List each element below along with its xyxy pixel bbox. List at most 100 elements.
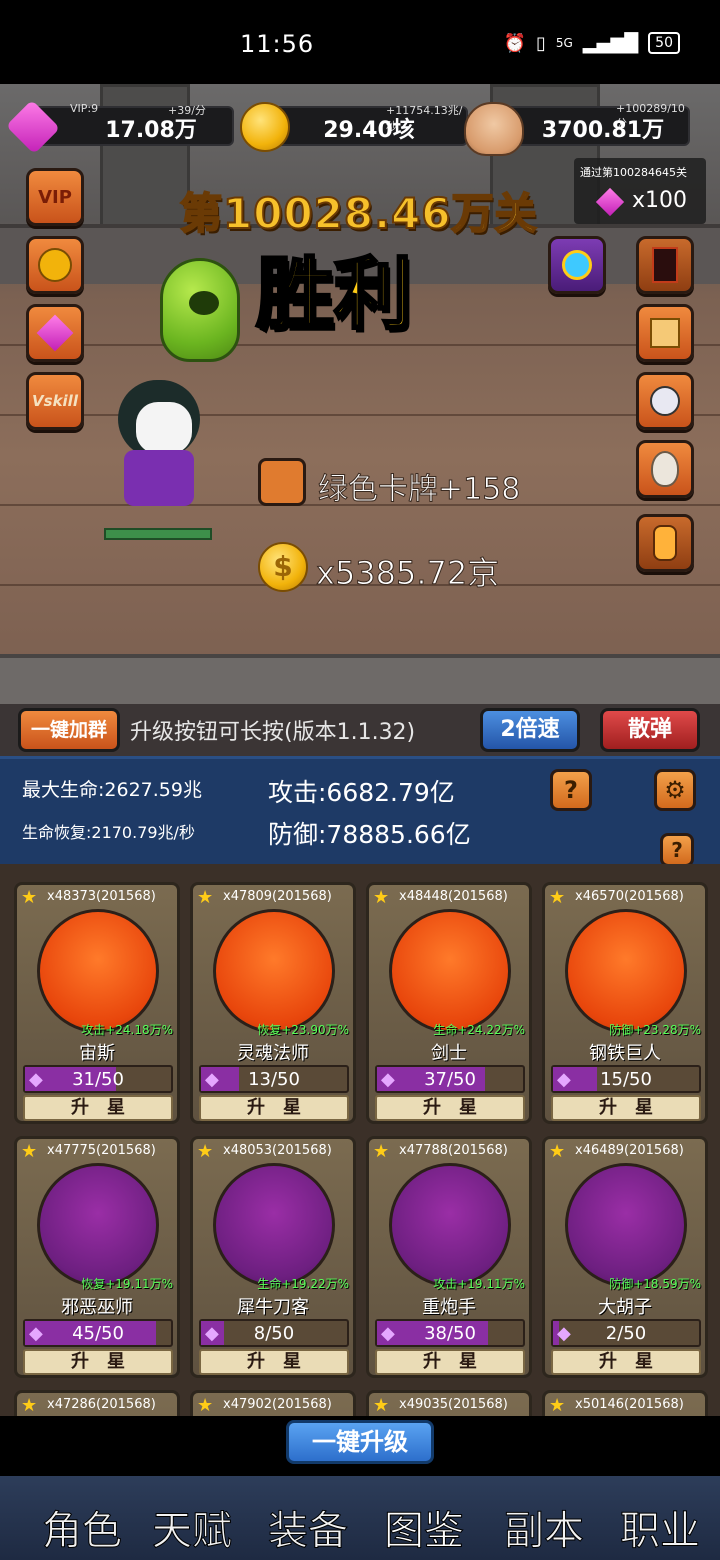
hero-card[interactable]: ★ x50146(201568) (542, 1390, 708, 1416)
card-name: 剑士 (431, 1043, 467, 1064)
star-up-button[interactable]: 升星 (199, 1095, 349, 1121)
card-count: x49035(201568) (399, 1397, 508, 1412)
bottom-nav: 角色 天赋 装备 图鉴 副本 职业 (0, 1476, 720, 1560)
help-button[interactable]: ? (550, 769, 592, 811)
card-bonus: 攻击+24.18万% (81, 1023, 173, 1037)
vibrate-icon: ▯ (535, 32, 546, 54)
green-blob-enemy (160, 258, 240, 362)
hero-card[interactable]: ★ x47788(201568) 攻击+19.11万% 重炮手 ◆ 38/50 升星 (366, 1136, 532, 1378)
card-progress-bar: ◆ 8/50 (199, 1319, 349, 1347)
settings-button[interactable]: ⚙ (654, 769, 696, 811)
card-bonus: 生命+24.22万% (433, 1023, 525, 1037)
star-up-button[interactable]: 升星 (23, 1095, 173, 1121)
nav-talent[interactable]: 天赋 (152, 1498, 233, 1556)
card-count: x48373(201568) (47, 889, 156, 904)
hero-card[interactable]: ★ x49035(201568) (366, 1390, 532, 1416)
star-up-button[interactable]: 升星 (375, 1095, 525, 1121)
stone-ledge (0, 654, 720, 704)
gem-value: 17.08万 (105, 118, 197, 143)
lantern-button[interactable] (636, 514, 694, 572)
robot-pet-button[interactable] (636, 372, 694, 430)
gold-coin-icon (38, 248, 72, 282)
hero-card[interactable]: ★ x47809(201568) 恢复+23.90万% 灵魂法师 ◆ 13/50 升星 (190, 882, 356, 1124)
star-icon: ★ (373, 1395, 390, 1416)
defense-stat: 防御:78885.66亿 (268, 820, 471, 849)
card-progress-label: 38/50 (424, 1323, 476, 1344)
hero-card[interactable]: ★ x47286(201568) (14, 1390, 180, 1416)
card-portrait (213, 1163, 335, 1287)
card-progress-label: 13/50 (248, 1069, 300, 1090)
hero-card[interactable]: ★ x46570(201568) 防御+23.28万% 钢铁巨人 ◆ 15/50 升星 (542, 882, 708, 1124)
hero-card[interactable]: ★ x47775(201568) 恢复+19.11万% 邪恶巫师 ◆ 45/50 升星 (14, 1136, 180, 1378)
star-up-button[interactable]: 升星 (551, 1095, 701, 1121)
card-progress-label: 31/50 (72, 1069, 124, 1090)
star-up-button[interactable]: 升星 (551, 1349, 701, 1375)
star-up-button[interactable]: 升星 (23, 1349, 173, 1375)
hero-card[interactable]: ★ x47902(201568) (190, 1390, 356, 1416)
card-progress-bar: ◆ 37/50 (375, 1065, 525, 1093)
card-portrait (37, 909, 159, 1033)
star-icon: ★ (21, 887, 38, 908)
card-progress-label: 8/50 (253, 1323, 295, 1344)
battle-scene: VIP:9 +39/分 17.08万 +11754.13兆/秒 29.40垓 +… (0, 84, 720, 704)
egg-button[interactable] (636, 440, 694, 498)
hero-card-grid: ★ x48373(201568) 攻击+24.18万% 宙斯 ◆ 31/50 升星 ★ x478… (0, 864, 720, 1416)
hero-card[interactable]: ★ x48053(201568) 生命+19.22万% 犀牛刀客 ◆ 8/50 升星 (190, 1136, 356, 1378)
gold-shop-button[interactable] (26, 236, 84, 294)
nav-role[interactable]: 角色 (42, 1498, 123, 1556)
hp-regen-stat: 生命恢复:2170.79兆/秒 (22, 823, 195, 842)
gold-resource: +11754.13兆/秒 29.40垓 (262, 104, 468, 146)
card-name: 邪恶巫师 (61, 1297, 133, 1318)
cards-icon (650, 318, 680, 348)
join-group-button[interactable]: 一键加群 (18, 708, 120, 752)
pass-reward-label: 通过第100284645关 (580, 166, 687, 179)
star-icon: ★ (21, 1141, 38, 1162)
card-bonus: 恢复+19.11万% (81, 1277, 173, 1291)
signal-icon: ▂▄▆█ (582, 32, 639, 54)
hero-card[interactable]: ★ x46489(201568) 防御+18.59万% 大胡子 ◆ 2/50 升星 (542, 1136, 708, 1378)
nav-codex[interactable]: 图鉴 (384, 1498, 465, 1556)
nav-class[interactable]: 职业 (620, 1498, 701, 1556)
upgrade-all-button[interactable]: 一键升级 (286, 1420, 434, 1464)
status-icons: ⏰ ▯ 5G ▂▄▆█ 50 (504, 32, 680, 54)
card-icon (652, 247, 678, 283)
vip-button[interactable]: VIP (26, 168, 84, 226)
card-portrait (565, 1163, 687, 1287)
card-collection-button[interactable] (636, 304, 694, 362)
attack-stat: 攻击:6682.79亿 (268, 778, 455, 807)
card-name: 大胡子 (598, 1297, 652, 1318)
hero-card[interactable]: ★ x48373(201568) 攻击+24.18万% 宙斯 ◆ 31/50 升星 (14, 882, 180, 1124)
star-up-button[interactable]: 升星 (199, 1349, 349, 1375)
nav-equipment[interactable]: 装备 (268, 1498, 349, 1556)
pass-reward-box: 通过第100284645关 x100 (574, 158, 706, 224)
star-up-button[interactable]: 升星 (375, 1349, 525, 1375)
card-count: x47902(201568) (223, 1397, 332, 1412)
card-count: x46570(201568) (575, 889, 684, 904)
card-count: x47286(201568) (47, 1397, 156, 1412)
evil-eye-button[interactable] (548, 236, 606, 294)
star-icon: ★ (197, 1395, 214, 1416)
cards-help-button[interactable]: ? (660, 833, 694, 867)
card-progress-bar: ◆ 13/50 (199, 1065, 349, 1093)
skull-value: 3700.81万 (541, 118, 665, 143)
star-icon: ★ (21, 1395, 38, 1416)
star-icon: ★ (197, 1141, 214, 1162)
card-portrait (389, 1163, 511, 1287)
double-speed-button[interactable]: 2倍速 (480, 708, 580, 752)
card-deck-button[interactable] (636, 236, 694, 294)
star-icon: ★ (373, 887, 390, 908)
vskill-button[interactable]: Vskill (26, 372, 84, 430)
version-notice: 升级按钮可长按(版本1.1.32) (130, 720, 416, 745)
gold-reward-icon: $ (258, 542, 308, 592)
nav-dungeon[interactable]: 副本 (504, 1498, 585, 1556)
card-progress-bar: ◆ 38/50 (375, 1319, 525, 1347)
control-strip: 一键加群 升级按钮可长按(版本1.1.32) 2倍速 散弹 (0, 704, 720, 756)
card-progress-label: 37/50 (424, 1069, 476, 1090)
hero-card[interactable]: ★ x48448(201568) 生命+24.22万% 剑士 ◆ 37/50 升星 (366, 882, 532, 1124)
star-icon: ★ (197, 887, 214, 908)
card-name: 重炮手 (422, 1297, 476, 1318)
scatter-shot-button[interactable]: 散弹 (600, 708, 700, 752)
card-count: x48053(201568) (223, 1143, 332, 1158)
hero-body (124, 450, 194, 506)
gem-shop-button[interactable] (26, 304, 84, 362)
